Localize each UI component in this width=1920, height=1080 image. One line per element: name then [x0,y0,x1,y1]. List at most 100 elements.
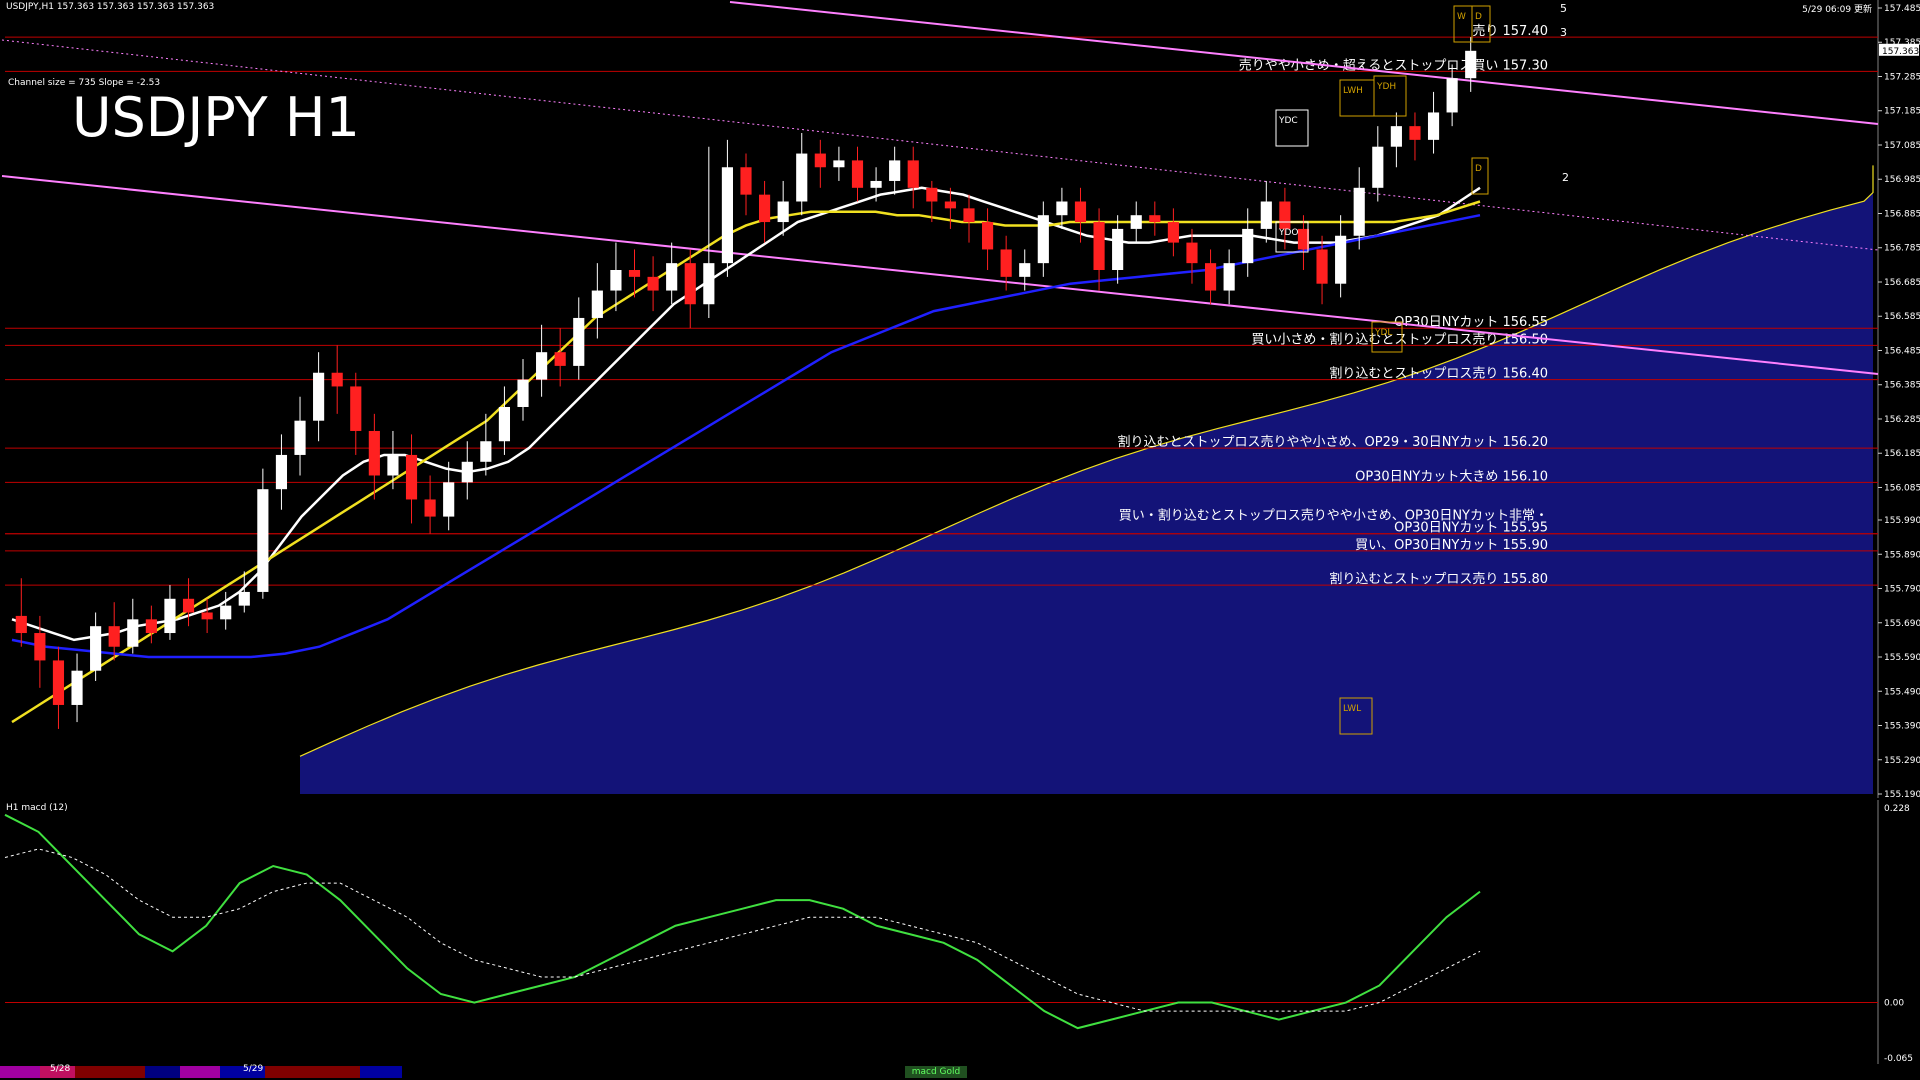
candle-body [52,660,65,705]
candle-body [1223,263,1235,291]
y-tick-label: 157.085 [1884,141,1920,151]
session-segment [145,1066,180,1078]
candle-body [1204,263,1217,291]
box-label: YDL [1374,328,1392,338]
y-tick-label: 156.385 [1884,381,1920,391]
candle-body [1149,215,1161,223]
candle-body [889,160,901,181]
y-tick-label: 156.785 [1884,244,1920,254]
level-label: 売りやや小さめ・超えるとストップロス買い 157.30 [1239,57,1548,73]
candle-body [443,482,455,517]
level-label: OP30日NYカット大きめ 156.10 [1355,469,1548,484]
macd-tick-label: 0.00 [1884,999,1904,1009]
candle-body [1000,249,1012,277]
level-label: 買い、OP30日NYカット 155.90 [1355,538,1548,553]
candle-body [1279,201,1291,229]
candle-body [573,317,585,366]
level-label: OP30日NYカット 156.55 [1394,315,1548,330]
candle-body [90,626,102,671]
level-label: 割り込むとストップロス売り 155.80 [1329,571,1548,587]
candle-body [71,670,83,705]
candle-body [944,201,956,209]
candle-body [1335,235,1347,284]
candle-body [1390,126,1402,147]
candle-body [870,180,882,188]
macd-chart[interactable]: 0.228 0.00 -0.065 [0,800,1920,1065]
candle-body [554,352,566,366]
wave-label: 2 [1562,171,1569,184]
candle-body [461,461,473,483]
candle-body [517,379,529,407]
box-label: LWH [1343,86,1363,96]
y-tick-label: 157.185 [1884,107,1920,117]
box-label: D [1475,12,1482,22]
candle-body [387,454,399,476]
candle-body [294,420,306,455]
session-segment [180,1066,220,1078]
candle-body [1186,242,1198,264]
candle-body [182,598,195,613]
candle-body [480,441,492,462]
candle-body [34,633,46,661]
candle-body [368,430,380,476]
candle-body [591,290,603,318]
candle-body [814,153,826,168]
level-label: 割り込むとストップロス売りやや小さめ、OP29・30日NYカット 156.20 [1118,434,1548,450]
y-tick-label: 155.490 [1884,687,1920,697]
level-label: 売り 157.40 [1472,23,1548,39]
candle-body [1297,228,1310,250]
candle-body [759,194,771,223]
candle-body [1372,146,1384,188]
candle-body [981,222,994,250]
macd-tick-label: -0.065 [1884,1054,1913,1064]
chart-title: USDJPY H1 [72,86,360,149]
candle-body [1093,222,1105,270]
candle-body [201,612,213,620]
level-label: 割り込むとストップロス売り 156.40 [1329,366,1548,382]
candle-body [275,454,288,490]
session-segment [265,1066,360,1078]
candle-body [313,372,325,421]
y-tick-label: 157.485 [1884,4,1920,14]
candle-body [721,167,733,264]
indicator-tab[interactable]: macd Gold [905,1066,967,1078]
wave-label: 3 [1560,26,1567,39]
candle-body [740,167,752,195]
candle-body [536,352,548,380]
symbol-info: USDJPY,H1 157.363 157.363 157.363 157.36… [6,2,215,12]
candle-body [833,160,845,168]
macd-tick-label: 0.228 [1884,804,1910,814]
candle-body [666,263,678,291]
candle-body [1112,228,1124,270]
candle-body [963,208,975,223]
date-label-1: 5/28 [50,1064,71,1074]
box-label: LWL [1343,704,1361,714]
update-timestamp: 5/29 06:09 更新 [1802,5,1872,15]
candle-body [238,591,250,606]
candle-body [1465,50,1477,79]
candle-body [1019,263,1031,277]
y-tick-label: 157.285 [1884,72,1920,82]
y-tick-label: 155.990 [1884,516,1920,526]
candle-body [1446,78,1458,113]
candle-body [164,598,176,634]
candle-body [1260,201,1272,229]
y-tick-label: 156.985 [1884,175,1920,185]
y-tick-label: 156.285 [1884,415,1920,425]
candle-body [796,153,808,202]
candle-body [610,270,622,291]
candle-body [1037,215,1049,264]
candle-body [145,619,157,634]
box-label: YDH [1376,82,1396,92]
macd-label: H1 macd (12) [6,803,68,813]
box-label: D [1475,164,1482,174]
candle-body [1056,201,1068,216]
candle-body [220,605,232,620]
candle-body [498,406,511,442]
y-tick-label: 155.790 [1884,585,1920,595]
y-tick-label: 156.685 [1884,278,1920,288]
macd-panel[interactable]: 0.228 0.00 -0.065 [0,800,1920,1065]
candle-body [350,386,362,431]
box-label: YDC [1278,116,1298,126]
candle-body [628,270,641,277]
